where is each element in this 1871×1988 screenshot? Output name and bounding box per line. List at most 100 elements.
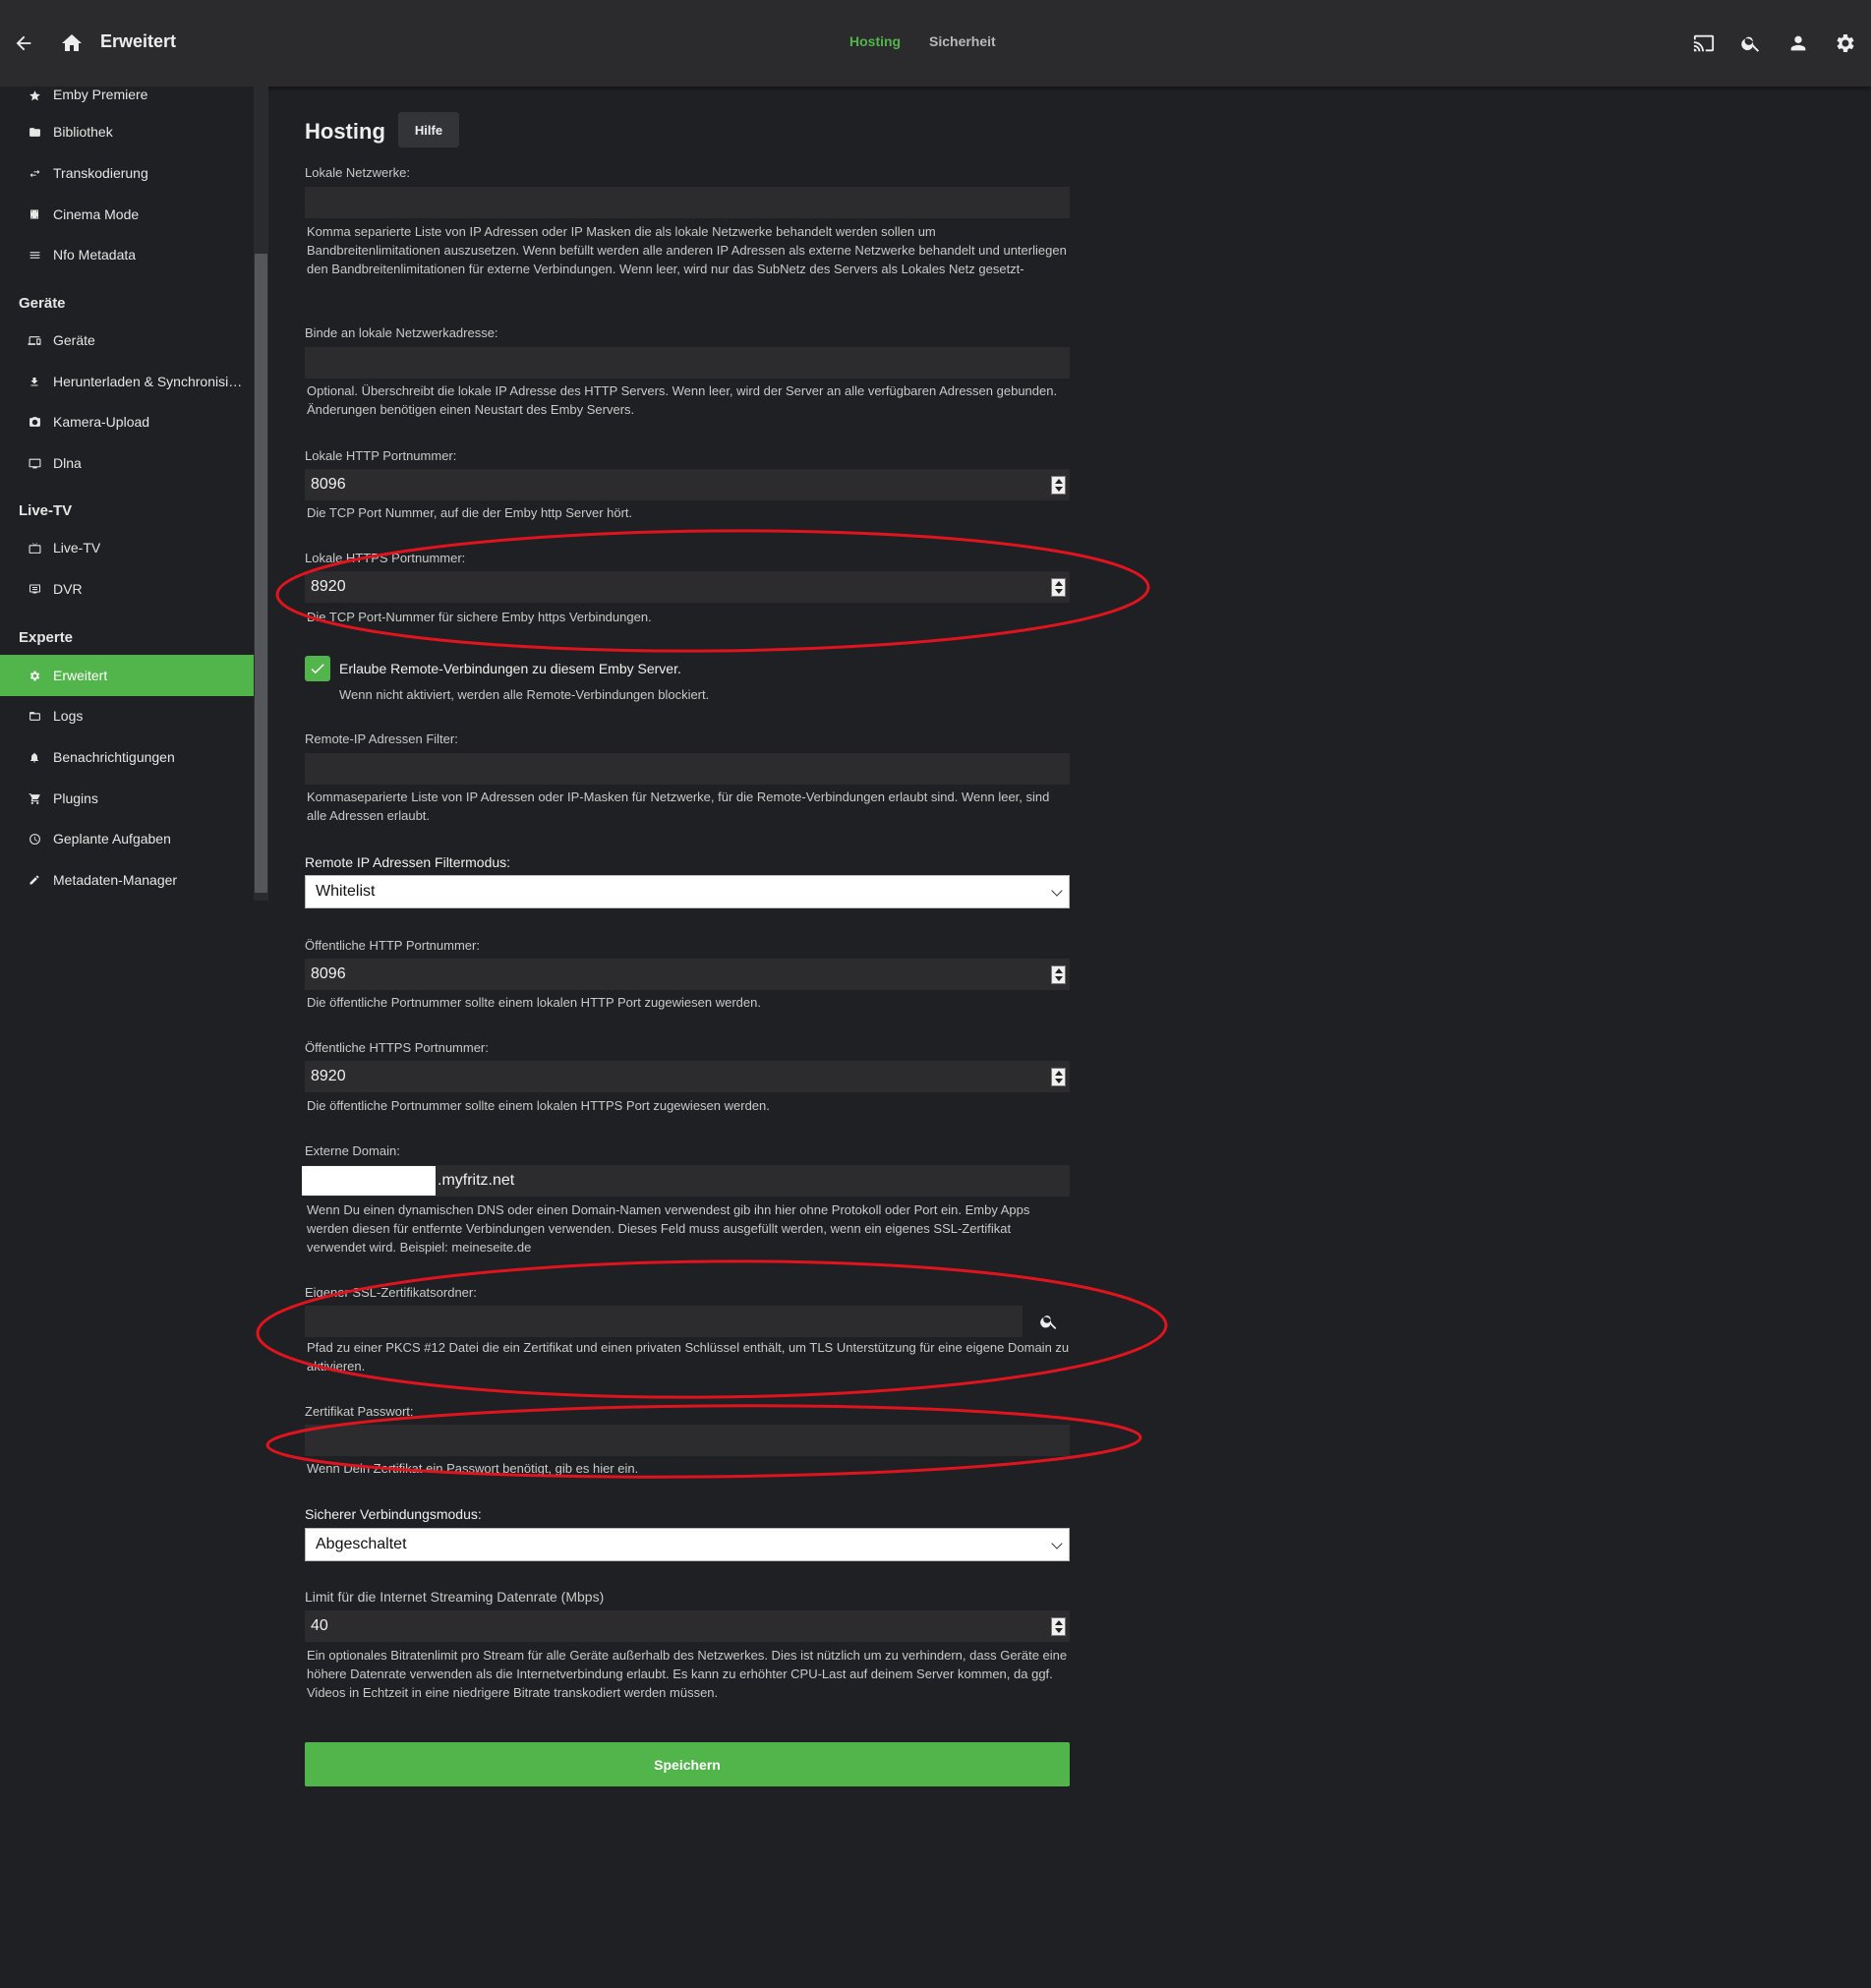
public-http-port-value: 8096 [311,965,346,982]
external-domain-value: .myfritz.net [438,1172,515,1189]
page-title: Hosting [305,119,385,144]
sidebar-item-label: Herunterladen & Synchronisieren [53,374,246,389]
home-icon[interactable] [54,26,89,61]
sidebar-item-label: Emby Premiere [53,87,148,102]
sidebar-item-metadaten-manager[interactable]: Metadaten-Manager [0,859,254,901]
secure-mode-select[interactable]: Abgeschaltet [305,1528,1070,1561]
cast-icon[interactable] [1686,26,1722,61]
local-networks-label: Lokale Netzwerke: [305,165,410,180]
public-https-port-stepper[interactable] [1051,1068,1066,1086]
sidebar-item-label: Geplante Aufgaben [53,831,171,847]
sidebar-item-label: Metadaten-Manager [53,872,178,888]
sidebar-item-geplante-aufgaben[interactable]: Geplante Aufgaben [0,818,254,859]
streaming-limit-input[interactable]: 40 [305,1610,1070,1642]
sidebar-item-logs[interactable]: Logs [0,695,254,736]
cert-password-input[interactable] [305,1425,1070,1456]
sidebar-section-experte: Experte [19,629,74,646]
bell-icon [0,751,53,764]
sidebar-item-dlna[interactable]: Dlna [0,442,254,484]
allow-remote-description: Wenn nicht aktiviert, werden alle Remote… [339,687,710,702]
remote-ip-filter-label: Remote-IP Adressen Filter: [305,731,458,746]
gear-icon[interactable] [1828,26,1863,61]
local-networks-description: Komma separierte Liste von IP Adressen o… [307,224,1067,276]
sidebar-item-label: Benachrichtigungen [53,749,175,765]
public-https-port-description: Die öffentliche Portnummer sollte einem … [307,1098,770,1113]
ssl-cert-path-description: Pfad zu einer PKCS #12 Datei die ein Zer… [307,1340,1070,1374]
sidebar-item-label: Geräte [53,332,95,348]
tv-icon [0,542,53,555]
chevron-down-icon [1051,885,1063,897]
allow-remote-label[interactable]: Erlaube Remote-Verbindungen zu diesem Em… [339,661,681,676]
tab-hosting[interactable]: Hosting [849,33,901,49]
sidebar-section-geraete: Geräte [19,295,66,312]
bind-address-label: Binde an lokale Netzwerkadresse: [305,325,498,340]
local-http-port-value: 8096 [311,476,346,493]
remote-filter-mode-select[interactable]: Whitelist [305,875,1070,908]
gear-icon [0,670,53,682]
devices-icon [0,334,53,347]
redaction-box [302,1166,436,1196]
sidebar-item-benachrichtigungen[interactable]: Benachrichtigungen [0,736,254,778]
sidebar-item-label: DVR [53,581,83,597]
local-http-port-description: Die TCP Port Nummer, auf die der Emby ht… [307,505,633,520]
public-http-port-stepper[interactable] [1051,965,1066,984]
sidebar-item-geraete[interactable]: Geräte [0,320,254,361]
star-icon [0,89,53,102]
user-icon[interactable] [1781,26,1816,61]
save-button[interactable]: Speichern [305,1742,1070,1786]
search-icon[interactable] [1733,26,1769,61]
bind-address-input[interactable] [305,347,1070,379]
local-networks-input[interactable] [305,187,1070,218]
sidebar-item-bibliothek[interactable]: Bibliothek [0,111,254,152]
public-http-port-description: Die öffentliche Portnummer sollte einem … [307,995,761,1010]
sidebar-item-label: Erweitert [53,668,108,683]
public-https-port-input[interactable]: 8920 [305,1061,1070,1092]
tab-sicherheit[interactable]: Sicherheit [929,33,996,49]
sidebar-item-kamera-upload[interactable]: Kamera-Upload [0,401,254,442]
cart-icon [0,792,53,805]
external-domain-label: Externe Domain: [305,1143,400,1158]
checkmark-icon [311,664,324,674]
pencil-icon [0,874,53,886]
sidebar-item-label: Logs [53,708,84,724]
camera-icon [0,416,53,429]
ssl-cert-path-input[interactable] [305,1306,1023,1337]
app-title: Erweitert [100,31,177,51]
sidebar-item-label: Live-TV [53,540,101,555]
local-http-port-stepper[interactable] [1051,476,1066,495]
sidebar-item-erweitert[interactable]: Erweitert [0,655,254,696]
allow-remote-checkbox[interactable] [305,656,330,681]
public-https-port-value: 8920 [311,1068,346,1084]
back-arrow-icon[interactable] [6,26,41,61]
sidebar-item-label: Dlna [53,455,82,471]
sidebar-item-label: Transkodierung [53,165,148,181]
remote-filter-mode-value: Whitelist [316,883,376,900]
download-icon [0,376,53,388]
sidebar-item-nfo-metadata[interactable]: Nfo Metadata [0,234,254,275]
remote-filter-mode-label: Remote IP Adressen Filtermodus: [305,854,511,870]
sidebar-item-emby-premiere[interactable]: Emby Premiere [0,79,254,102]
remote-ip-filter-input[interactable] [305,753,1070,785]
sidebar-item-plugins[interactable]: Plugins [0,778,254,819]
help-button[interactable]: Hilfe [398,112,459,147]
local-http-port-label: Lokale HTTP Portnummer: [305,448,457,463]
sidebar-item-herunterladen[interactable]: Herunterladen & Synchronisieren [0,361,254,402]
sidebar-item-dvr[interactable]: DVR [0,568,254,610]
local-https-port-value: 8920 [311,578,346,595]
sidebar-item-cinema-mode[interactable]: Cinema Mode [0,194,254,235]
sidebar-item-transkodierung[interactable]: Transkodierung [0,152,254,194]
streaming-limit-stepper[interactable] [1051,1617,1066,1636]
cert-password-label: Zertifikat Passwort: [305,1404,414,1419]
public-https-port-label: Öffentliche HTTPS Portnummer: [305,1040,489,1055]
sidebar-scrollbar-thumb[interactable] [255,254,267,893]
public-http-port-input[interactable]: 8096 [305,959,1070,990]
bind-address-description: Optional. Überschreibt die lokale IP Adr… [307,383,1058,417]
local-https-port-stepper[interactable] [1051,578,1066,597]
local-https-port-input[interactable]: 8920 [305,571,1070,603]
sidebar-item-live-tv[interactable]: Live-TV [0,527,254,568]
local-http-port-input[interactable]: 8096 [305,469,1070,500]
clock-icon [0,833,53,846]
search-icon[interactable] [1036,1309,1062,1334]
streaming-limit-value: 40 [311,1617,328,1634]
sidebar-item-label: Nfo Metadata [53,247,137,263]
